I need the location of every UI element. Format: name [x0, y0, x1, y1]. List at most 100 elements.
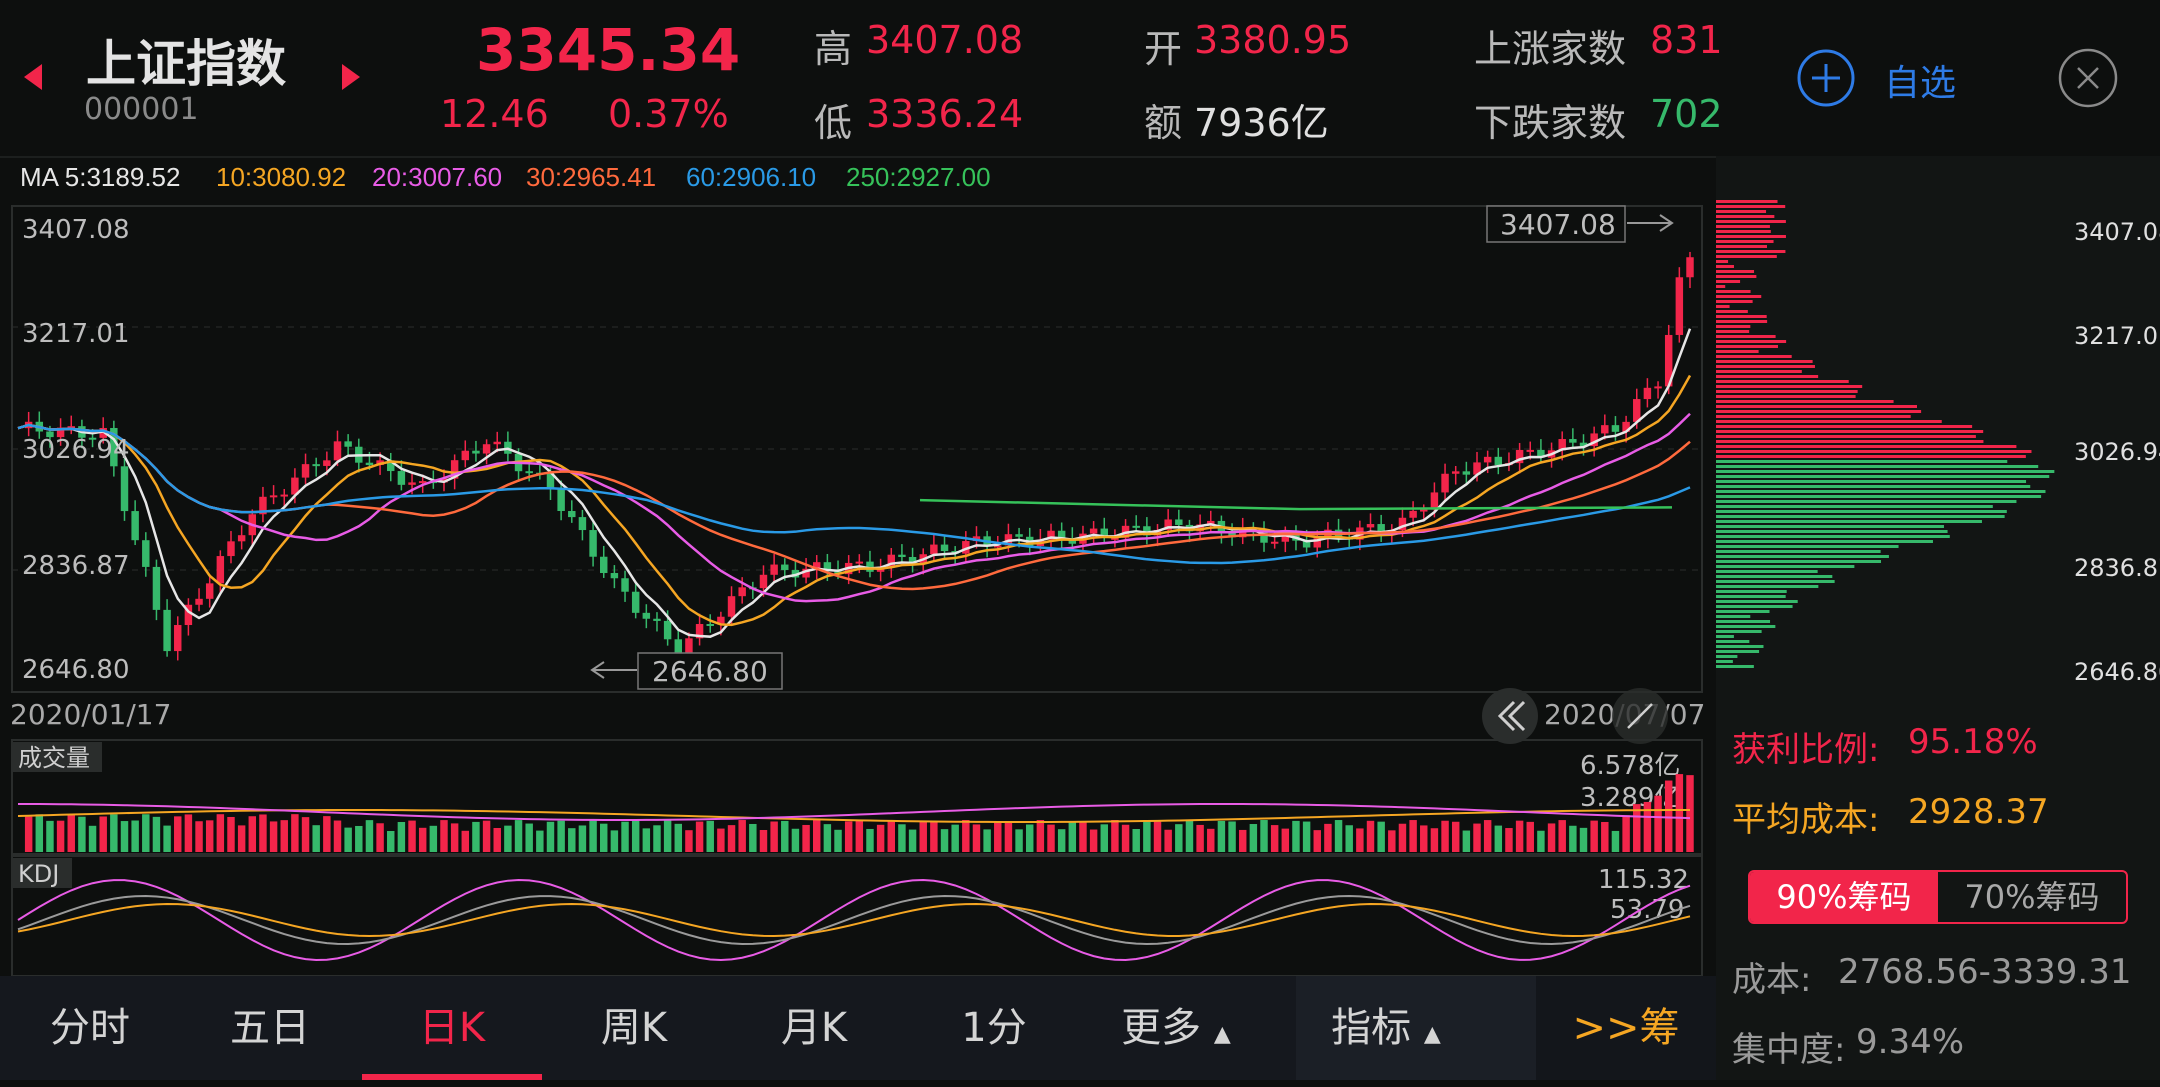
- volume-bar: [1569, 825, 1577, 852]
- chip-bar: [1716, 630, 1762, 633]
- ma10-line: [17, 374, 1692, 627]
- volume-bar: [120, 821, 129, 852]
- tab-monthly-k[interactable]: 月K: [724, 976, 904, 1080]
- ma-legend-ma30: 30:2965.41: [526, 162, 656, 192]
- volume-bar: [248, 816, 257, 852]
- candle-body: [301, 464, 310, 478]
- prev-stock-arrow-icon[interactable]: [24, 64, 42, 90]
- volume-bar: [972, 824, 981, 852]
- volume-bar: [1537, 830, 1545, 852]
- chip-bar: [1716, 635, 1734, 638]
- chip-range-toggle[interactable]: 90%筹码 70%筹码: [1748, 870, 2128, 924]
- candle-body: [525, 471, 533, 474]
- volume-bar: [472, 821, 480, 852]
- tab-90-chips[interactable]: 90%筹码: [1750, 872, 1938, 922]
- chip-bar: [1716, 500, 2017, 503]
- volume-bar: [56, 820, 65, 852]
- avg-cost-label: 平均成本:: [1732, 800, 1880, 840]
- volume-bar: [88, 825, 97, 852]
- chips-toggle-button[interactable]: >>筹: [1536, 976, 1716, 1080]
- add-watchlist-button[interactable]: [1796, 48, 1855, 107]
- chip-bar: [1716, 555, 1889, 558]
- volume-bar: [1377, 821, 1385, 852]
- close-icon: [2058, 48, 2118, 108]
- volume-bar: [695, 821, 704, 852]
- scroll-left-button[interactable]: [1482, 688, 1538, 744]
- volume-bar: [1089, 829, 1098, 852]
- volume-bar: [1100, 824, 1108, 852]
- chip-bar: [1716, 275, 1757, 278]
- chip-bar: [1716, 425, 1973, 428]
- chip-bar: [1716, 250, 1786, 253]
- chip-bar: [1716, 530, 1948, 533]
- kline-chart[interactable]: MA 5:3189.52 10:3080.92 20:3007.60 30:29…: [0, 156, 1716, 976]
- candle-body: [227, 541, 235, 557]
- chip-bar: [1716, 665, 1754, 668]
- volume-bar: [408, 820, 416, 852]
- ma5-line: [17, 328, 1692, 638]
- chip-bar: [1716, 505, 1993, 508]
- volume-bar: [418, 827, 427, 852]
- kdj-d-line: [17, 903, 1691, 937]
- volume-bar: [323, 816, 331, 852]
- cost-range-label: 成本:: [1732, 960, 1812, 1000]
- volume-bar: [1686, 775, 1694, 852]
- volume-bar: [1601, 821, 1609, 852]
- chip-bar: [1716, 485, 2031, 488]
- up-count-value: 831: [1650, 18, 1723, 62]
- chip-bar: [1716, 545, 1899, 548]
- volume-bar: [312, 825, 320, 852]
- amount-label: 额: [1144, 101, 1183, 145]
- tab-intraday[interactable]: 分时: [0, 976, 180, 1080]
- volume-bar: [514, 820, 523, 852]
- candle-body: [152, 566, 161, 610]
- candle-body: [472, 450, 480, 454]
- volume-ma-line: [17, 803, 1691, 821]
- volume-bar: [429, 825, 438, 852]
- close-button[interactable]: [2058, 48, 2118, 108]
- volume-bar: [1036, 820, 1045, 852]
- tab-more-label: 更多: [1121, 1005, 1202, 1051]
- candle-body: [1494, 456, 1503, 466]
- volume-bar: [791, 828, 800, 852]
- ma-legend-ma10: 10:3080.92: [216, 162, 346, 192]
- candle-body: [706, 624, 714, 627]
- volume-bar: [1260, 820, 1268, 852]
- watchlist-label[interactable]: 自选: [1884, 54, 1956, 106]
- down-count-value: 702: [1650, 92, 1723, 136]
- candle-body: [631, 591, 640, 613]
- chip-bar: [1716, 360, 1813, 363]
- tab-more[interactable]: 更多 ▲: [1086, 976, 1266, 1080]
- chip-bar: [1716, 620, 1771, 623]
- open-value: 3380.95: [1194, 18, 1352, 62]
- tab-70-chips[interactable]: 70%筹码: [1938, 872, 2126, 922]
- volume-bar: [1228, 821, 1236, 852]
- tab-one-minute[interactable]: 1分: [904, 976, 1084, 1080]
- plus-circle-icon: [1797, 49, 1855, 107]
- volume-bar: [1483, 820, 1492, 852]
- chip-bar: [1716, 430, 1984, 433]
- fullscreen-button[interactable]: [1612, 688, 1668, 744]
- tab-weekly-k[interactable]: 周K: [544, 976, 724, 1080]
- volume-bar: [99, 816, 107, 852]
- chip-bar: [1716, 650, 1760, 653]
- chip-bar: [1716, 560, 1882, 563]
- next-stock-arrow-icon[interactable]: [342, 64, 360, 90]
- volume-bar: [781, 820, 789, 852]
- candle-body: [269, 495, 278, 498]
- volume-bar: [823, 824, 832, 852]
- chip-bar: [1716, 660, 1733, 663]
- volume-bar: [1515, 820, 1524, 852]
- volume-bar: [674, 823, 683, 852]
- chip-bar: [1716, 395, 1856, 398]
- tab-five-day[interactable]: 五日: [180, 976, 360, 1080]
- indicator-button[interactable]: 指标 ▲: [1296, 976, 1476, 1080]
- chip-bar: [1716, 460, 2008, 463]
- tab-daily-k[interactable]: 日K: [362, 976, 542, 1080]
- candle-body: [568, 511, 576, 518]
- chip-histogram: [1716, 200, 2055, 668]
- volume-bar: [1334, 820, 1343, 852]
- volume-bar: [184, 814, 193, 852]
- candle-body: [1015, 534, 1023, 537]
- volume-bar: [685, 830, 693, 852]
